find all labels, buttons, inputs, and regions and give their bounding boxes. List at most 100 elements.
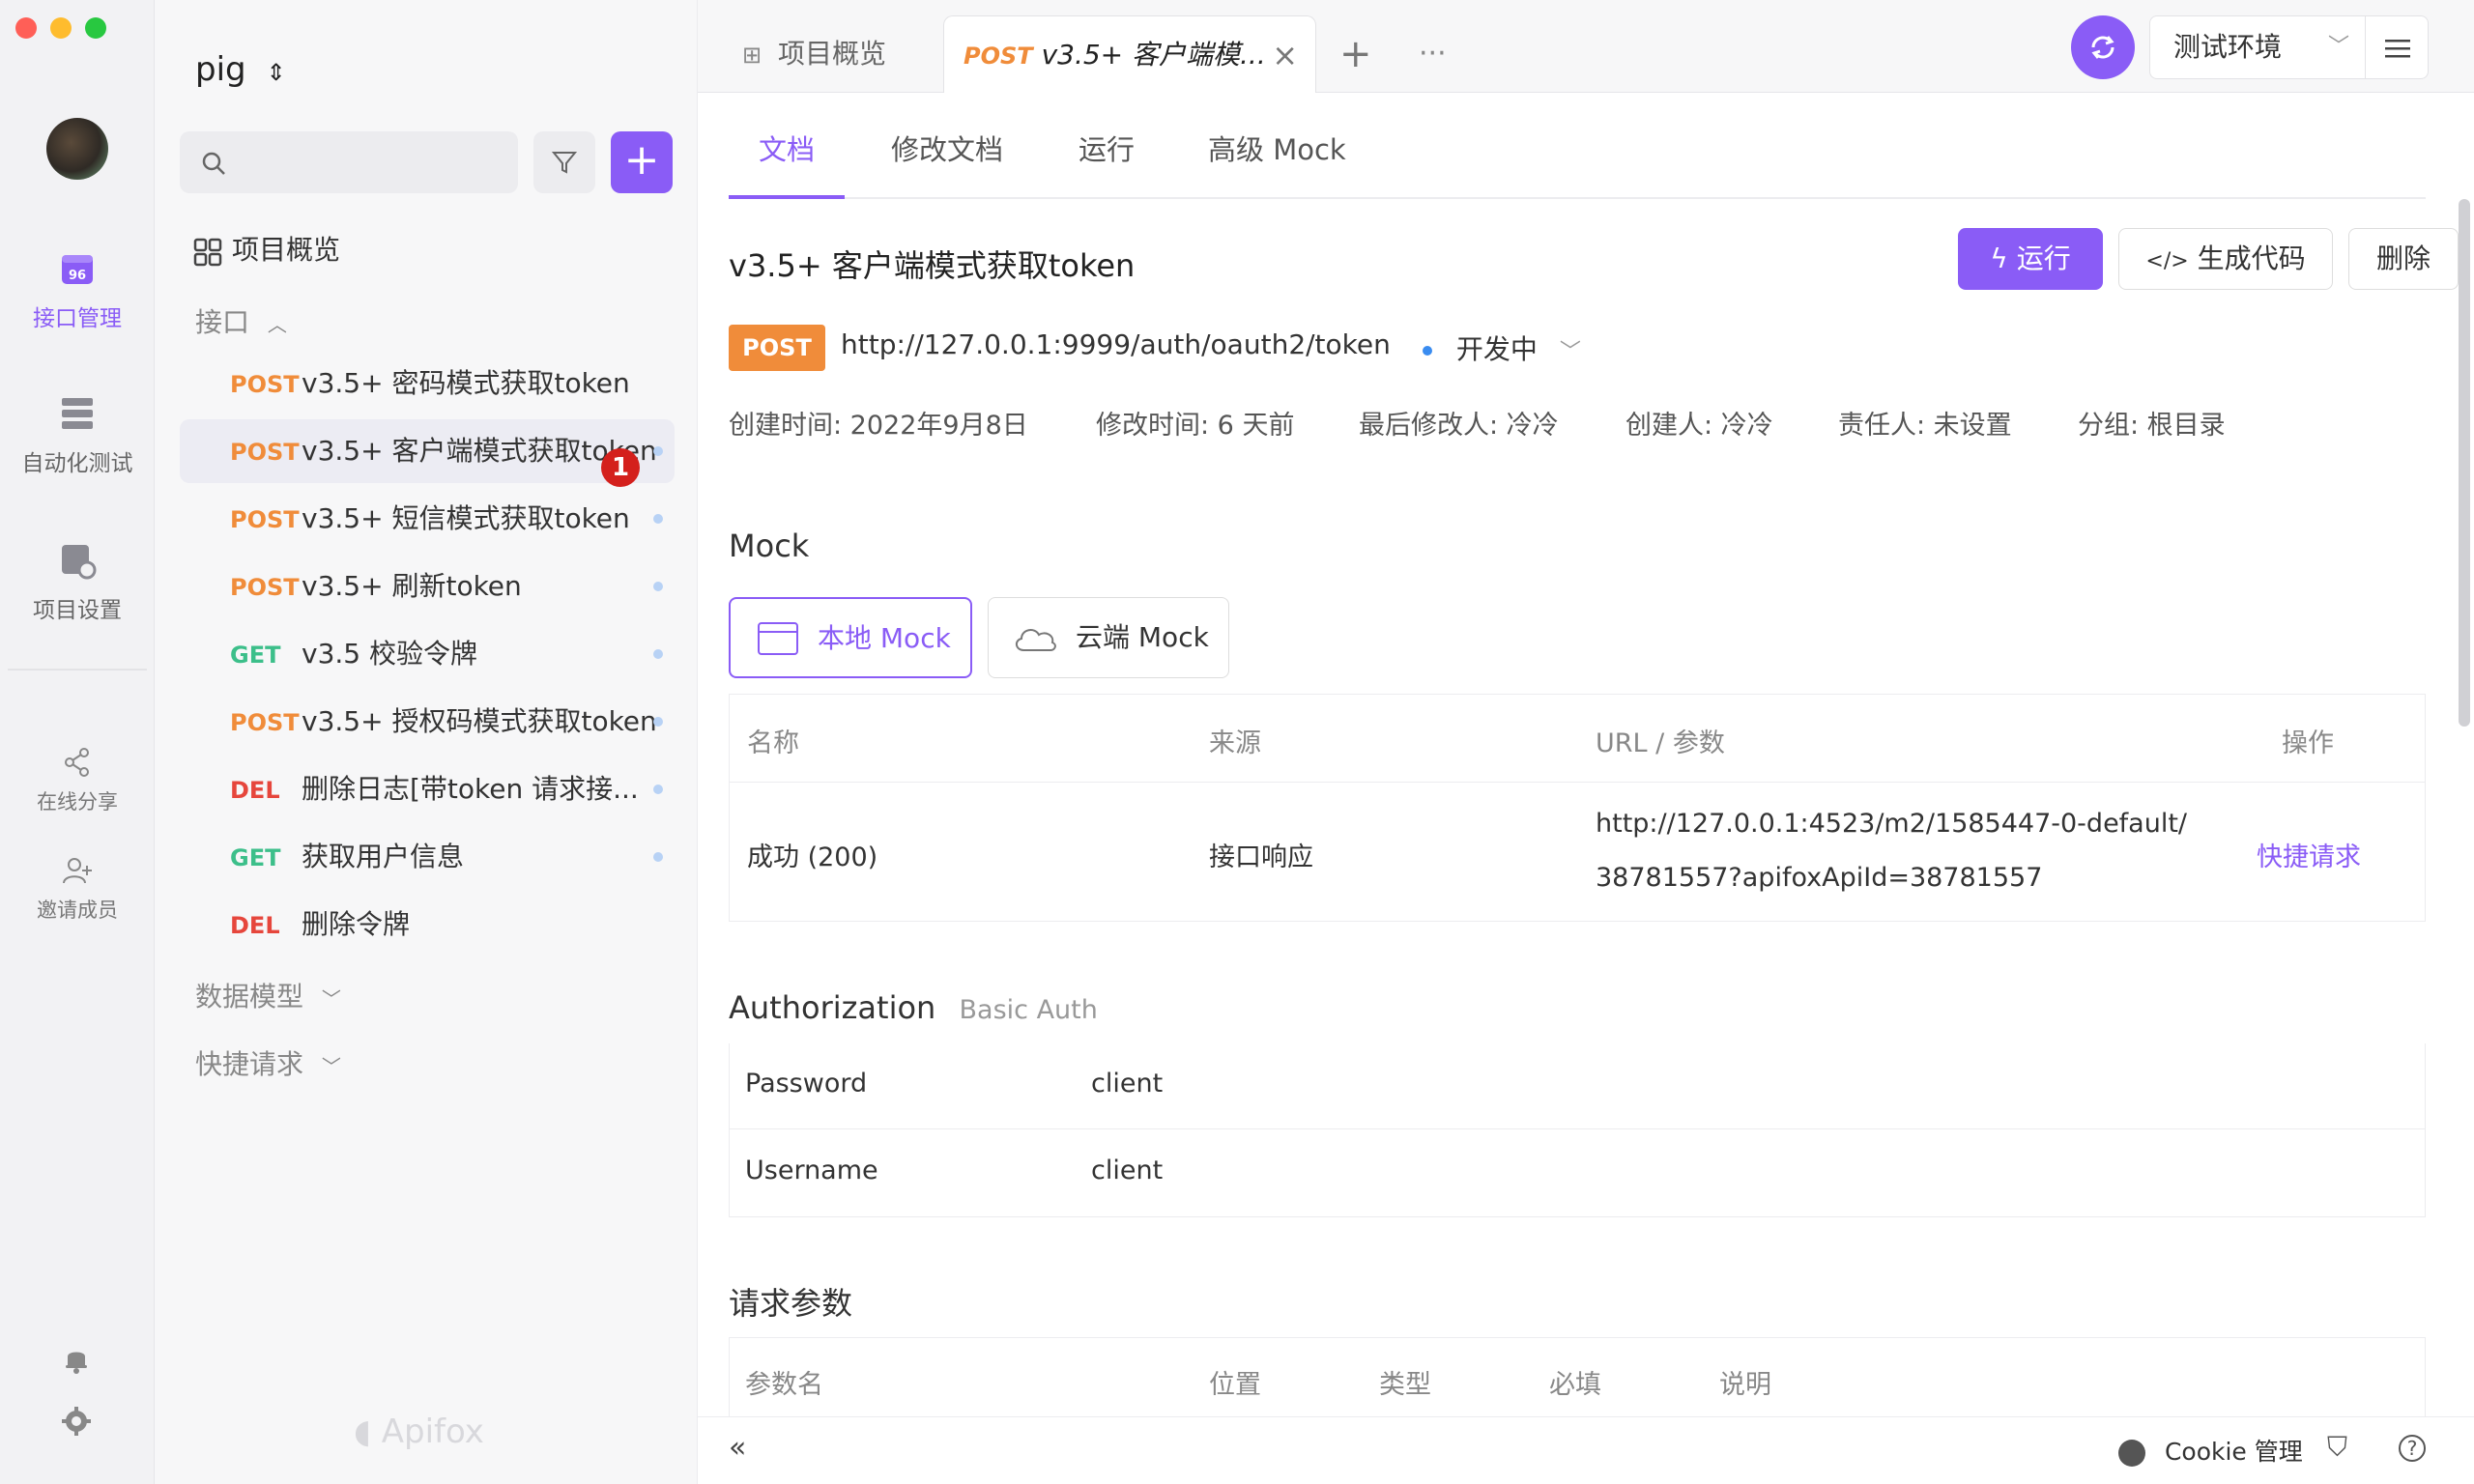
meta-created: 创建时间: 2022年9月8日 (729, 411, 1028, 441)
api-list-item[interactable]: GET 获取用户信息 (180, 825, 675, 889)
zoom-window-button[interactable] (85, 17, 106, 39)
api-list-item-selected[interactable]: POSTv3.5+ 客户端模式获取token (180, 419, 675, 483)
cloud-icon (1016, 629, 1056, 651)
bell-icon[interactable] (60, 1343, 93, 1376)
tab-api-doc[interactable]: POST v3.5+ 客户端模... × (943, 15, 1316, 93)
method-label: DEL (230, 912, 280, 939)
rail-item-automation[interactable]: 自动化测试 (0, 394, 155, 477)
rail-divider (8, 669, 147, 671)
project-name: pig (195, 50, 246, 89)
cookie-icon (2118, 1440, 2145, 1467)
api-list-item[interactable]: DEL 删除令牌 (180, 893, 675, 956)
filter-icon (551, 152, 578, 174)
environment-select[interactable]: 测试环境 ﹀ (2149, 15, 2366, 79)
status-dot (653, 785, 663, 794)
search-input[interactable] (180, 131, 518, 193)
cookie-manager-button[interactable]: Cookie 管理 (2118, 1433, 2303, 1468)
grid-icon: ⊞ (742, 42, 762, 69)
section-quick-toggle[interactable]: 快捷请求 ﹀ (195, 1043, 341, 1082)
status-select[interactable]: 开发中 ﹀ (1423, 328, 1581, 367)
tab-label: v3.5+ 客户端模... (1041, 39, 1266, 71)
section-models-toggle[interactable]: 数据模型 ﹀ (195, 976, 341, 1014)
mock-table: 名称 来源 URL / 参数 操作 成功 (200) 接口响应 http://1… (729, 694, 2426, 922)
subtab-run[interactable]: 运行 (1079, 126, 1135, 199)
collapse-sidebar-icon[interactable]: « (729, 1431, 746, 1465)
section-label: 数据模型 (195, 981, 304, 1013)
subtab-edit-doc[interactable]: 修改文档 (891, 126, 1003, 199)
api-url: http://127.0.0.1:9999/auth/oauth2/token (841, 328, 1391, 360)
cookie-label: Cookie 管理 (2164, 1438, 2303, 1466)
shirt-icon[interactable]: ⛉ (2327, 1431, 2347, 1464)
auth-value: client (1091, 1156, 1164, 1185)
method-label: POST (230, 371, 300, 398)
menu-button[interactable] (2365, 15, 2429, 79)
invite-user-icon (63, 858, 92, 884)
api-list-item[interactable]: DEL 删除日志[带token 请求接... (180, 757, 675, 821)
rail-item-invite[interactable]: 邀请成员 (0, 854, 155, 924)
sidebar-item-overview[interactable]: 项目概览 (180, 218, 675, 282)
run-button[interactable]: ϟ 运行 (1958, 228, 2103, 290)
help-icon[interactable]: ? (2399, 1435, 2426, 1462)
more-tabs-button[interactable]: ··· (1419, 15, 1447, 93)
more-icon: ··· (1419, 37, 1447, 71)
table-header: 说明 (1719, 1370, 1771, 1400)
meta-group: 分组: 根目录 (2078, 411, 2226, 441)
sync-button[interactable] (2071, 15, 2135, 79)
sync-icon (2091, 36, 2114, 59)
method-label: GET (230, 642, 281, 669)
table-header: 类型 (1379, 1370, 1431, 1400)
status-dot (653, 649, 663, 659)
gear-icon[interactable] (60, 1405, 93, 1438)
run-label: 运行 (2016, 243, 2071, 274)
rail-item-project-settings[interactable]: 项目设置 (0, 541, 155, 624)
api-name: v3.5+ 短信模式获取token (302, 502, 630, 534)
table-divider (730, 782, 2425, 783)
subtab-doc[interactable]: 文档 (729, 126, 845, 199)
project-switcher[interactable]: pig ⇕ (195, 50, 286, 89)
generate-code-button[interactable]: </> 生成代码 (2118, 228, 2333, 290)
close-icon[interactable]: × (1272, 16, 1298, 94)
section-label: 接口 (195, 306, 250, 338)
env-label: 测试环境 (2173, 31, 2283, 63)
add-button[interactable]: + (611, 131, 673, 193)
new-tab-button[interactable]: + (1339, 15, 1372, 93)
search-icon (202, 152, 225, 175)
tab-overview[interactable]: ⊞ 项目概览 (733, 15, 896, 93)
rail-label: 自动化测试 (21, 451, 133, 476)
table-header: 位置 (1209, 1370, 1261, 1400)
auth-value: client (1091, 1069, 1164, 1099)
mock-url-line1[interactable]: http://127.0.0.1:4523/m2/1585447-0-defau… (1596, 809, 2187, 839)
automation-icon (62, 398, 93, 429)
mock-tab-local[interactable]: 本地 Mock (729, 597, 972, 678)
chevron-down-icon: ﹀ (2327, 35, 2349, 59)
gen-label: 生成代码 (2197, 243, 2306, 274)
rail-small-label: 邀请成员 (37, 899, 118, 922)
api-list-item[interactable]: POSTv3.5+ 短信模式获取token (180, 487, 675, 551)
table-header: 必填 (1549, 1370, 1601, 1400)
bottom-bar: « Cookie 管理 ⛉ ? (698, 1416, 2474, 1484)
quick-request-link[interactable]: 快捷请求 (2257, 836, 2361, 873)
lightning-icon: ϟ (1990, 243, 2008, 274)
filter-button[interactable] (533, 131, 595, 193)
delete-button[interactable]: 删除 (2348, 228, 2459, 290)
mock-tab-cloud[interactable]: 云端 Mock (988, 597, 1229, 678)
status-dot (653, 582, 663, 591)
minimize-window-button[interactable] (50, 17, 72, 39)
mock-tab-label: 云端 Mock (1076, 621, 1209, 653)
mock-url-line2[interactable]: 38781557?apifoxApiId=38781557 (1596, 863, 2042, 893)
settings-doc-icon (62, 545, 97, 580)
method-label: POST (230, 574, 300, 601)
auth-table: Password client Username client (729, 1043, 2426, 1217)
section-api-toggle[interactable]: 接口 ︿ (195, 301, 287, 340)
rail-item-api-management[interactable]: 96 接口管理 (0, 249, 155, 332)
close-window-button[interactable] (15, 17, 37, 39)
api-list-item[interactable]: POSTv3.5+ 密码模式获取token (180, 352, 675, 415)
subtab-advanced-mock[interactable]: 高级 Mock (1208, 126, 1346, 199)
rail-item-share[interactable]: 在线分享 (0, 746, 155, 815)
api-list-item[interactable]: POSTv3.5+ 刷新token (180, 555, 675, 618)
avatar[interactable] (46, 118, 108, 180)
api-list-item[interactable]: GET v3.5 校验令牌 (180, 622, 675, 686)
scrollbar[interactable] (2459, 199, 2470, 727)
api-list-item[interactable]: POSTv3.5+ 授权码模式获取token (180, 690, 675, 754)
api-icon: 96 (62, 255, 93, 284)
